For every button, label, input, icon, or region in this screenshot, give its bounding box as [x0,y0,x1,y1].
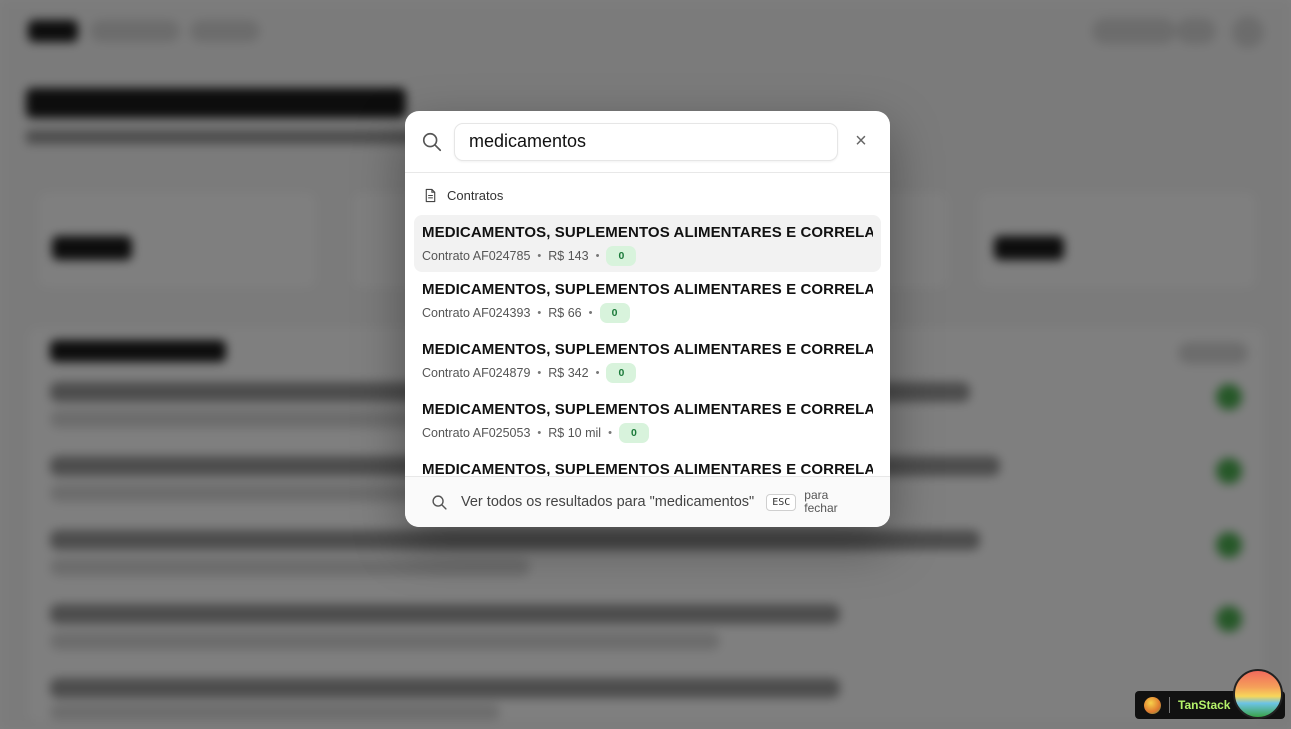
result-item[interactable]: MEDICAMENTOS, SUPLEMENTOS ALIMENTARES E … [414,452,881,476]
search-icon [432,494,447,510]
result-meta: Contrato AF025053 • R$ 10 mil • 0 [422,423,873,443]
esc-hint-text: para fechar [804,488,838,515]
separator-dot: • [537,427,542,439]
group-label: Contratos [447,187,504,203]
group-header-contratos: Contratos [414,173,881,215]
result-title: MEDICAMENTOS, SUPLEMENTOS ALIMENTARES E … [422,401,873,418]
result-item[interactable]: MEDICAMENTOS, SUPLEMENTOS ALIMENTARES E … [414,272,881,332]
result-item[interactable]: MEDICAMENTOS, SUPLEMENTOS ALIMENTARES E … [414,215,881,272]
search-input[interactable] [454,122,838,161]
separator-dot: • [595,367,600,379]
tanstack-logo-icon[interactable] [1233,669,1283,719]
result-badge: 0 [618,423,649,443]
search-icon [422,132,442,151]
separator-dot: • [608,427,612,439]
document-icon [425,188,436,202]
result-contract: Contrato AF024785 [422,249,531,263]
result-meta: Contrato AF024785 • R$ 143 • 0 [422,246,873,266]
result-meta: Contrato AF024393 • R$ 66 • 0 [422,303,873,323]
result-value: R$ 10 mil [548,426,602,440]
see-all-label: Ver todos os resultados para "medicament… [461,494,755,510]
tanstack-logo-icon [1144,696,1161,714]
result-title: MEDICAMENTOS, SUPLEMENTOS ALIMENTARES E … [422,281,873,298]
result-contract: Contrato AF024393 [422,306,531,320]
separator-dot: • [588,307,593,319]
close-icon: × [855,130,867,152]
result-badge: 0 [606,363,637,383]
result-title: MEDICAMENTOS, SUPLEMENTOS ALIMENTARES E … [422,461,873,476]
result-item[interactable]: MEDICAMENTOS, SUPLEMENTOS ALIMENTARES E … [414,332,881,392]
result-value: R$ 342 [548,366,589,380]
result-badge: 0 [599,303,630,323]
result-value: R$ 143 [548,249,589,263]
result-meta: Contrato AF024879 • R$ 342 • 0 [422,363,873,383]
result-contract: Contrato AF024879 [422,366,531,380]
separator-dot: • [537,367,542,379]
result-badge: 0 [606,246,637,266]
close-button[interactable]: × [846,127,876,157]
result-title: MEDICAMENTOS, SUPLEMENTOS ALIMENTARES E … [422,341,873,358]
results-list[interactable]: Contratos MEDICAMENTOS, SUPLEMENTOS ALIM… [405,173,890,476]
separator-dot: • [537,250,542,262]
esc-key-hint: ESC [766,493,797,511]
tanstack-label: TanStack [1178,698,1231,712]
result-title: MEDICAMENTOS, SUPLEMENTOS ALIMENTARES E … [422,224,873,241]
see-all-results-button[interactable]: Ver todos os resultados para "medicament… [405,476,890,527]
result-item[interactable]: MEDICAMENTOS, SUPLEMENTOS ALIMENTARES E … [414,392,881,452]
result-contract: Contrato AF025053 [422,426,531,440]
divider [1169,697,1170,713]
search-bar: × [405,111,890,173]
result-value: R$ 66 [548,306,582,320]
search-dialog: × Contratos MEDICAMENTOS, SUPLEMENTOS AL… [405,111,890,527]
separator-dot: • [595,250,600,262]
separator-dot: • [537,307,542,319]
